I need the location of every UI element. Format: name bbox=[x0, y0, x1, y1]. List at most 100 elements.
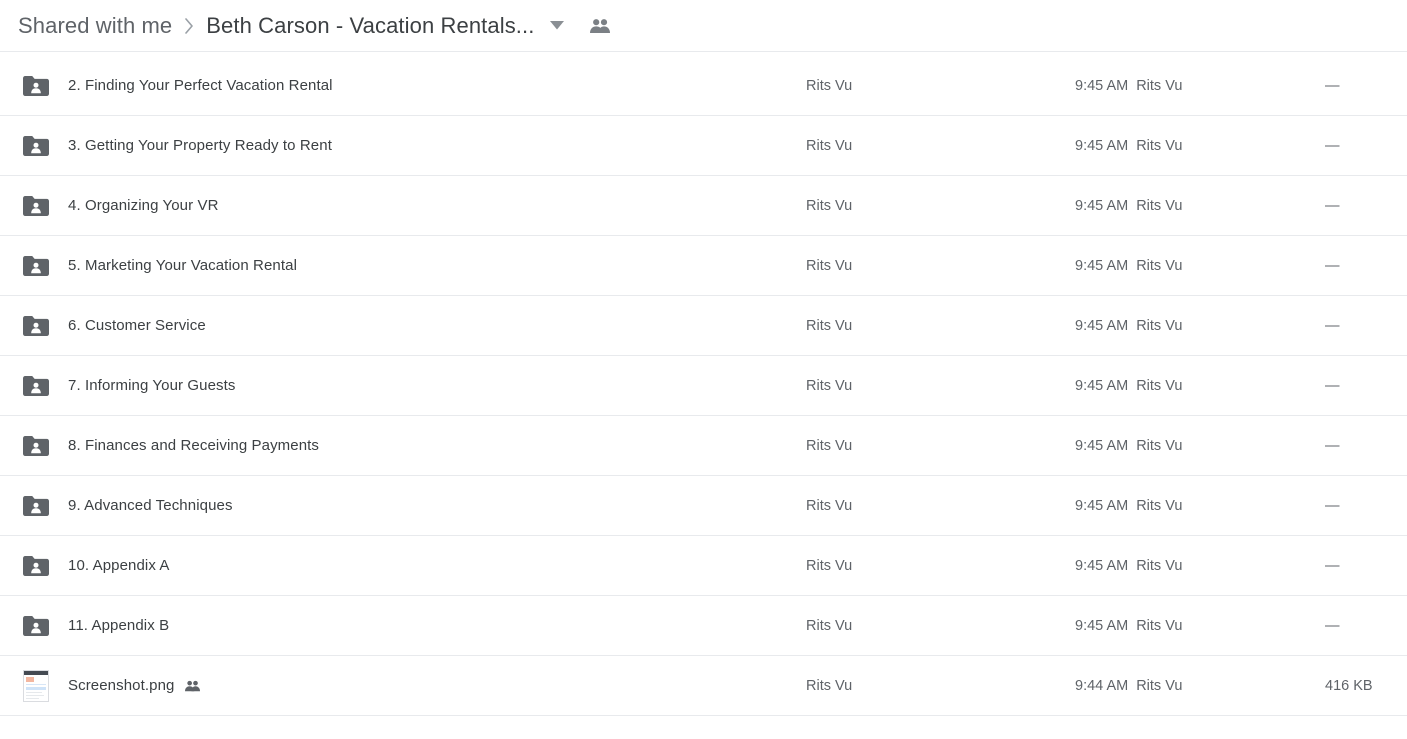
row-file-size: — bbox=[1325, 317, 1340, 334]
row-file-name-label: 7. Informing Your Guests bbox=[68, 377, 236, 394]
table-row[interactable]: 10. Appendix A Rits Vu 9:45 AM Rits Vu — bbox=[0, 536, 1407, 596]
row-file-size: — bbox=[1325, 197, 1340, 214]
table-row[interactable]: 11. Appendix B Rits Vu 9:45 AM Rits Vu — bbox=[0, 596, 1407, 656]
row-modified-time: 9:45 AM bbox=[1075, 377, 1129, 394]
row-modified-by: Rits Vu bbox=[1136, 317, 1183, 334]
row-last-modified: 9:45 AM Rits Vu bbox=[1075, 378, 1182, 394]
shared-folder-icon bbox=[22, 372, 50, 400]
row-modified-time: 9:45 AM bbox=[1075, 77, 1129, 94]
table-row[interactable]: Screenshot.png Rits Vu 9:44 AM Rits Vu 416 K… bbox=[0, 656, 1407, 716]
row-file-name-label: 4. Organizing Your VR bbox=[68, 197, 219, 214]
row-owner: Rits Vu bbox=[806, 257, 853, 274]
row-file-name-label: 3. Getting Your Property Ready to Rent bbox=[68, 137, 332, 154]
breadcrumb-root-link[interactable]: Shared with me bbox=[18, 13, 172, 39]
row-owner: Rits Vu bbox=[806, 497, 853, 514]
row-file-name[interactable]: 3. Getting Your Property Ready to Rent bbox=[68, 137, 332, 154]
row-modified-by: Rits Vu bbox=[1136, 257, 1183, 274]
row-file-name-label: 6. Customer Service bbox=[68, 317, 206, 334]
shared-folder-icon bbox=[22, 492, 50, 520]
row-file-name-label: 11. Appendix B bbox=[68, 617, 170, 634]
row-file-size: — bbox=[1325, 257, 1340, 274]
row-file-name-label: 8. Finances and Receiving Payments bbox=[68, 437, 320, 454]
row-file-name-label: 5. Marketing Your Vacation Rental bbox=[68, 257, 297, 274]
row-last-modified: 9:45 AM Rits Vu bbox=[1075, 258, 1182, 274]
row-owner: Rits Vu bbox=[806, 677, 853, 694]
table-row[interactable]: 7. Informing Your Guests Rits Vu 9:45 AM Ri… bbox=[0, 356, 1407, 416]
row-file-name[interactable]: 10. Appendix A bbox=[68, 557, 170, 574]
row-file-name[interactable]: 7. Informing Your Guests bbox=[68, 377, 236, 394]
table-row[interactable]: 2. Finding Your Perfect Vacation Rental R… bbox=[0, 56, 1407, 116]
row-file-size: — bbox=[1325, 557, 1340, 574]
row-modified-by: Rits Vu bbox=[1136, 617, 1183, 634]
row-file-name[interactable]: 9. Advanced Techniques bbox=[68, 497, 233, 514]
row-last-modified: 9:45 AM Rits Vu bbox=[1075, 318, 1182, 334]
row-last-modified: 9:45 AM Rits Vu bbox=[1075, 498, 1182, 514]
row-modified-by: Rits Vu bbox=[1136, 437, 1183, 454]
row-file-name[interactable]: 4. Organizing Your VR bbox=[68, 197, 219, 214]
chevron-down-icon[interactable] bbox=[546, 15, 568, 37]
row-modified-by: Rits Vu bbox=[1136, 557, 1183, 574]
row-file-name-label: 10. Appendix A bbox=[68, 557, 170, 574]
row-file-size: — bbox=[1325, 137, 1340, 154]
row-file-name[interactable]: Screenshot.png bbox=[68, 677, 201, 694]
row-file-name-label: Screenshot.png bbox=[68, 677, 175, 694]
row-modified-by: Rits Vu bbox=[1136, 197, 1183, 214]
breadcrumb-separator-icon bbox=[184, 17, 194, 34]
row-modified-time: 9:45 AM bbox=[1075, 197, 1129, 214]
row-file-size: — bbox=[1325, 497, 1340, 514]
row-modified-time: 9:45 AM bbox=[1075, 497, 1129, 514]
row-file-name[interactable]: 8. Finances and Receiving Payments bbox=[68, 437, 319, 454]
row-file-size: — bbox=[1325, 437, 1340, 454]
table-row[interactable]: 5. Marketing Your Vacation Rental Rits Vu… bbox=[0, 236, 1407, 296]
row-last-modified: 9:45 AM Rits Vu bbox=[1075, 618, 1182, 634]
row-modified-time: 9:45 AM bbox=[1075, 437, 1129, 454]
row-file-name[interactable]: 5. Marketing Your Vacation Rental bbox=[68, 257, 297, 274]
row-file-size: — bbox=[1325, 77, 1340, 94]
shared-folder-icon bbox=[22, 612, 50, 640]
shared-folder-icon bbox=[22, 552, 50, 580]
row-owner: Rits Vu bbox=[806, 197, 853, 214]
row-last-modified: 9:45 AM Rits Vu bbox=[1075, 558, 1182, 574]
row-file-size: 416 KB bbox=[1325, 677, 1373, 694]
row-owner: Rits Vu bbox=[806, 617, 853, 634]
row-file-name[interactable]: 2. Finding Your Perfect Vacation Rental bbox=[68, 77, 333, 94]
row-owner: Rits Vu bbox=[806, 77, 853, 94]
row-modified-by: Rits Vu bbox=[1136, 677, 1183, 694]
shared-folder-icon bbox=[22, 192, 50, 220]
row-owner: Rits Vu bbox=[806, 437, 853, 454]
row-file-name-label: 2. Finding Your Perfect Vacation Rental bbox=[68, 77, 333, 94]
row-file-name[interactable]: 6. Customer Service bbox=[68, 317, 206, 334]
row-last-modified: 9:45 AM Rits Vu bbox=[1075, 138, 1182, 154]
file-list: 2. Finding Your Perfect Vacation Rental R… bbox=[0, 56, 1407, 739]
row-file-size: — bbox=[1325, 617, 1340, 634]
row-owner: Rits Vu bbox=[806, 317, 853, 334]
row-modified-by: Rits Vu bbox=[1136, 377, 1183, 394]
image-thumbnail-icon bbox=[22, 669, 50, 702]
row-file-size: — bbox=[1325, 377, 1340, 394]
row-modified-by: Rits Vu bbox=[1136, 77, 1183, 94]
shared-folder-icon bbox=[22, 312, 50, 340]
row-modified-time: 9:45 AM bbox=[1075, 317, 1129, 334]
row-last-modified: 9:45 AM Rits Vu bbox=[1075, 438, 1182, 454]
row-modified-time: 9:45 AM bbox=[1075, 137, 1129, 154]
table-row[interactable]: 4. Organizing Your VR Rits Vu 9:45 AM Rits … bbox=[0, 176, 1407, 236]
row-modified-by: Rits Vu bbox=[1136, 137, 1183, 154]
table-row[interactable]: 9. Advanced Techniques Rits Vu 9:45 AM Rits… bbox=[0, 476, 1407, 536]
row-file-name-label: 9. Advanced Techniques bbox=[68, 497, 233, 514]
table-row[interactable]: 8. Finances and Receiving Payments Rits V… bbox=[0, 416, 1407, 476]
row-owner: Rits Vu bbox=[806, 557, 853, 574]
row-modified-time: 9:44 AM bbox=[1075, 677, 1129, 694]
breadcrumb-current-folder[interactable]: Beth Carson - Vacation Rentals... bbox=[206, 13, 534, 39]
row-file-name[interactable]: 11. Appendix B bbox=[68, 617, 169, 634]
people-shared-icon[interactable] bbox=[588, 14, 612, 38]
row-last-modified: 9:45 AM Rits Vu bbox=[1075, 78, 1182, 94]
row-last-modified: 9:44 AM Rits Vu bbox=[1075, 678, 1182, 694]
table-row[interactable]: 3. Getting Your Property Ready to Rent Ri… bbox=[0, 116, 1407, 176]
breadcrumb-bar: Shared with me Beth Carson - Vacation Re… bbox=[0, 0, 1407, 52]
shared-folder-icon bbox=[22, 252, 50, 280]
row-modified-by: Rits Vu bbox=[1136, 497, 1183, 514]
table-row[interactable]: 6. Customer Service Rits Vu 9:45 AM Rits Vu… bbox=[0, 296, 1407, 356]
shared-folder-icon bbox=[22, 72, 50, 100]
row-owner: Rits Vu bbox=[806, 377, 853, 394]
row-owner: Rits Vu bbox=[806, 137, 853, 154]
